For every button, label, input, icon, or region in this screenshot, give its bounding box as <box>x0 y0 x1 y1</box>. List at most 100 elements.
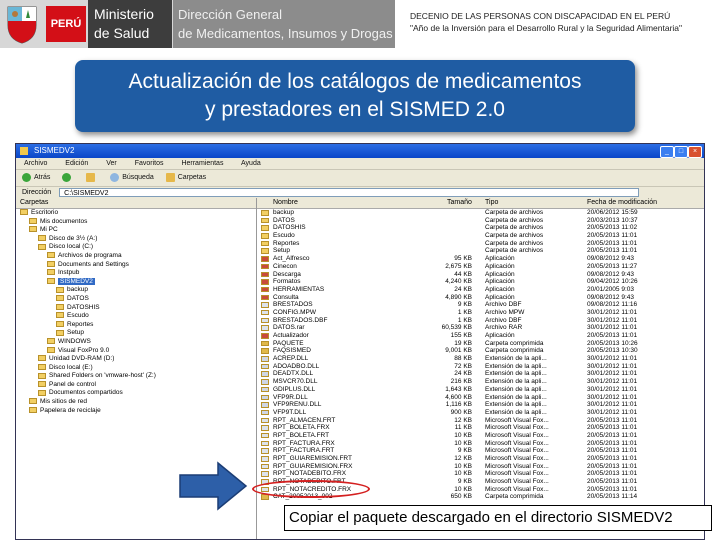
file-row[interactable]: Reportes Carpeta de archivos 20/05/2013 11… <box>257 240 704 248</box>
file-name: Act_Alfresco <box>273 255 310 263</box>
file-row[interactable]: RPT_NOTADEBITO.FRX 10 KB Microsoft Visual … <box>257 470 704 478</box>
file-row[interactable]: Formatos 4,240 KB Aplicación 09/04/2012 10:… <box>257 278 704 286</box>
file-row[interactable]: GDIPLUS.DLL 1,643 KB Extensión de la apli.… <box>257 386 704 394</box>
file-row[interactable]: Escudo Carpeta de archivos 20/05/2013 11:0… <box>257 232 704 240</box>
file-name: RPT_FACTURA.FRT <box>273 447 335 455</box>
file-row[interactable]: DATOS.rar 60,539 KB Archivo RAR 30/01/2012 … <box>257 324 704 332</box>
tree-item[interactable]: Setup <box>16 329 256 338</box>
up-button[interactable] <box>86 170 98 186</box>
file-type: Archivo RAR <box>485 324 523 332</box>
file-date: 30/01/2012 11:01 <box>587 324 638 332</box>
tree-item[interactable]: DATOS <box>16 295 256 304</box>
file-row[interactable]: ACREP.DLL 88 KB Extensión de la apli... 30/… <box>257 355 704 363</box>
file-row[interactable]: RPT_FACTURA.FRX 10 KB Microsoft Visual Fox… <box>257 440 704 448</box>
tree-item[interactable]: Disco local (C:) <box>16 243 256 252</box>
file-row[interactable]: Consulta 4,890 KB Aplicación 09/08/2012 9:4… <box>257 294 704 302</box>
tree-item[interactable]: WINDOWS <box>16 338 256 347</box>
file-date: 09/08/2012 11:16 <box>587 301 638 309</box>
file-row[interactable]: MSVCR70.DLL 216 KB Extensión de la apli...… <box>257 378 704 386</box>
window-titlebar[interactable]: SISMEDV2 _ □ × <box>16 144 704 158</box>
close-button[interactable]: × <box>688 146 702 158</box>
file-row[interactable]: CONFIG.MPW 1 KB Archivo MPW 30/01/2012 11:0… <box>257 309 704 317</box>
search-button[interactable]: Búsqueda <box>110 170 154 186</box>
menu-favoritos[interactable]: Favoritos <box>135 160 164 167</box>
menu-ayuda[interactable]: Ayuda <box>241 160 261 167</box>
file-row[interactable]: DEADTX.DLL 24 KB Extensión de la apli... 30… <box>257 370 704 378</box>
folder-icon <box>47 338 55 345</box>
file-row[interactable]: PAQUETE 19 KB Carpeta comprimida 20/05/2013… <box>257 340 704 348</box>
file-row[interactable]: VFP9RENU.DLL 1,116 KB Extensión de la apli… <box>257 401 704 409</box>
tree-item[interactable]: Papelera de reciclaje <box>16 407 256 416</box>
file-row[interactable]: RPT_GUIAREMISION.FRX 10 KB Microsoft Visua… <box>257 463 704 471</box>
menu-ver[interactable]: Ver <box>106 160 117 167</box>
folder-icon <box>38 235 46 242</box>
tree-item[interactable]: SISMEDV2 <box>16 277 256 287</box>
file-row[interactable]: RPT_FACTURA.FRT 9 KB Microsoft Visual Fox.… <box>257 447 704 455</box>
forward-button[interactable] <box>62 170 74 186</box>
explorer-window: SISMEDV2 _ □ × Archivo Edición Ver Favor… <box>15 143 705 540</box>
tree-item[interactable]: Panel de control <box>16 381 256 390</box>
file-row[interactable]: RPT_BOLETA.FRT 10 KB Microsoft Visual Fox.… <box>257 432 704 440</box>
file-size: 9 KB <box>457 478 472 486</box>
file-date: 30/01/2012 11:01 <box>587 393 638 401</box>
file-row[interactable]: Descarga 44 KB Aplicación 09/08/2012 9:43 <box>257 271 704 279</box>
tree-item[interactable]: backup <box>16 286 256 295</box>
back-button[interactable]: Atrás <box>22 170 50 186</box>
tree-item[interactable]: Escudo <box>16 312 256 321</box>
file-row[interactable]: DATOSHIS Carpeta de archivos 20/05/2013 11… <box>257 224 704 232</box>
tree-item[interactable]: Mis documentos <box>16 218 256 227</box>
tree-item[interactable]: DATOSHIS <box>16 304 256 313</box>
file-row[interactable]: ADOADBO.DLL 72 KB Extensión de la apli... 3… <box>257 363 704 371</box>
file-date: 20/05/2013 11:01 <box>587 247 638 255</box>
tree-item[interactable]: Mis sitios de red <box>16 398 256 407</box>
file-row[interactable]: DATOS Carpeta de archivos 20/03/2013 10:37 <box>257 217 704 225</box>
folder-icon <box>29 226 37 233</box>
tree-item[interactable]: Documentos compartidos <box>16 389 256 398</box>
column-size[interactable]: Tamaño <box>447 198 472 208</box>
folder-icon <box>38 355 46 362</box>
tree-item[interactable]: Mi PC <box>16 226 256 235</box>
folder-icon <box>29 398 37 405</box>
file-row[interactable]: Act_Alfresco 95 KB Aplicación 09/08/2012 9:… <box>257 255 704 263</box>
file-size: 95 KB <box>454 255 472 263</box>
tree-item[interactable]: Archivos de programa <box>16 252 256 261</box>
menu-herramientas[interactable]: Herramientas <box>181 160 223 167</box>
file-row[interactable]: VFP9R.DLL 4,600 KB Extensión de la apli...… <box>257 394 704 402</box>
address-input[interactable]: C:\SISMEDV2 <box>59 187 640 197</box>
tree-item[interactable]: Disco local (E:) <box>16 364 256 373</box>
file-type: Microsoft Visual Fox... <box>485 431 549 439</box>
column-type[interactable]: Tipo <box>485 198 498 208</box>
maximize-button[interactable]: □ <box>674 146 688 158</box>
file-row[interactable]: Setup Carpeta de archivos 20/05/2013 11:01 <box>257 247 704 255</box>
tree-item[interactable]: Disco de 3½ (A:) <box>16 235 256 244</box>
file-row[interactable]: Cinecon 2,675 KB Aplicación 20/05/2013 11:2… <box>257 263 704 271</box>
column-name[interactable]: Nombre <box>273 198 298 208</box>
file-row[interactable]: RPT_GUIAREMISION.FRT 12 KB Microsoft Visua… <box>257 455 704 463</box>
file-row[interactable]: FAQSISMED 9,001 KB Carpeta comprimida 20/05… <box>257 347 704 355</box>
file-icon <box>261 333 269 339</box>
menu-archivo[interactable]: Archivo <box>24 160 47 167</box>
file-row[interactable]: backup Carpeta de archivos 20/06/2012 15:5… <box>257 209 704 217</box>
menu-edicion[interactable]: Edición <box>65 160 88 167</box>
file-row[interactable]: Actualizador 155 KB Aplicación 20/05/2013 1… <box>257 332 704 340</box>
file-type: Aplicación <box>485 293 515 301</box>
file-row[interactable]: HERRAMIENTAS 24 KB Aplicación 20/01/2005 9:… <box>257 286 704 294</box>
file-row[interactable]: VFP9T.DLL 900 KB Extensión de la apli... 30… <box>257 409 704 417</box>
tree-item[interactable]: Documents and Settings <box>16 261 256 270</box>
minimize-button[interactable]: _ <box>660 146 674 158</box>
file-date: 30/01/2012 11:01 <box>587 316 638 324</box>
tree-item[interactable]: Reportes <box>16 321 256 330</box>
tree-item[interactable]: Unidad DVD-RAM (D:) <box>16 355 256 364</box>
column-date[interactable]: Fecha de modificación <box>587 198 657 208</box>
file-row[interactable]: RPT_ALMACEN.FRT 12 KB Microsoft Visual Fox… <box>257 417 704 425</box>
file-row[interactable]: RPT_BOLETA.FRX 11 KB Microsoft Visual Fox.… <box>257 424 704 432</box>
tree-item[interactable]: Escritorio <box>16 209 256 218</box>
tree-item[interactable]: Visual FoxPro 9.0 <box>16 347 256 356</box>
tree-item[interactable]: Instpub <box>16 269 256 278</box>
file-row[interactable]: BRESTADOS.DBF 1 KB Archivo DBF 30/01/2012 1… <box>257 317 704 325</box>
file-row[interactable]: BRESTADOS 9 KB Archivo DBF 09/08/2012 11:16 <box>257 301 704 309</box>
tree-item[interactable]: Shared Folders on 'vmware-host' (Z:) <box>16 372 256 381</box>
folders-button[interactable]: Carpetas <box>165 170 206 186</box>
file-size: 19 KB <box>454 339 472 347</box>
file-type: Microsoft Visual Fox... <box>485 470 549 478</box>
